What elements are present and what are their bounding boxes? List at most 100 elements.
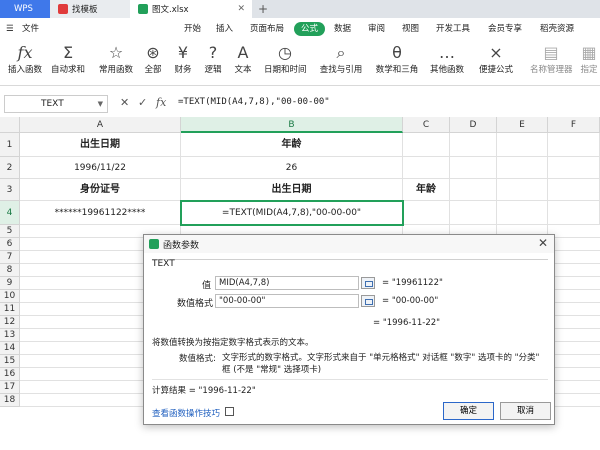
column-header-c[interactable]: C [403,117,450,133]
cancel-formula-icon[interactable]: ✕ [120,96,129,109]
row-header-14[interactable]: 14 [0,342,20,355]
cancel-button[interactable]: 取消 [500,402,551,420]
select-all-corner[interactable] [0,117,20,133]
tab-file[interactable]: 图文.xlsx ✕ [130,0,252,18]
fx-icon[interactable]: fx [156,96,166,109]
row-header-2[interactable]: 2 [0,157,20,179]
column-header-b[interactable]: B [181,117,403,133]
menu-developer[interactable]: 开发工具 [436,22,470,36]
menu-review[interactable]: 审阅 [368,22,385,36]
hamburger-icon[interactable]: ☰ [6,22,14,36]
menu-docer[interactable]: 稻壳资源 [540,22,574,36]
confirm-formula-icon[interactable]: ✓ [138,96,147,109]
cell-e2[interactable] [497,157,548,179]
cell-b2[interactable]: 26 [181,157,403,179]
cell-f1[interactable] [548,133,600,157]
common-functions-button[interactable]: ☆ 常用函数 [94,42,138,84]
cell-a3[interactable]: 身份证号 [20,179,181,201]
tab-template[interactable]: 找模板 [50,0,130,18]
row-header-12[interactable]: 12 [0,316,20,329]
quick-formula-button[interactable]: ⨯ 便捷公式 [476,42,516,84]
row-header-8[interactable]: 8 [0,264,20,277]
lookup-reference-button[interactable]: ⌕ 查找与引用 [318,42,364,84]
function-tips-link[interactable]: 查看函数操作技巧 [152,407,220,419]
cell-f3[interactable] [548,179,600,201]
row-header-6[interactable]: 6 [0,238,20,251]
row-header-7[interactable]: 7 [0,251,20,264]
tab-wps-home[interactable]: WPS [0,0,50,18]
format-arg-input[interactable]: "00-00-00" [215,294,359,308]
column-header-e[interactable]: E [497,117,548,133]
menu-file[interactable]: 文件 [22,22,39,36]
date-time-button[interactable]: ◷ 日期和时间 [264,42,307,84]
cell-a2[interactable]: 1996/11/22 [20,157,181,179]
name-box[interactable]: TEXT ▼ [4,95,108,113]
financial-button[interactable]: ¥ 财务 [172,42,194,84]
formula-input[interactable]: =TEXT(MID(A4,7,8),"00-00-00" [178,97,330,107]
name-manager-button[interactable]: ▤ 名称管理器 [530,42,573,84]
video-icon[interactable] [225,407,234,416]
cell-f2[interactable] [548,157,600,179]
autosum-button[interactable]: Σ 自动求和 [48,42,88,84]
column-header-f[interactable]: F [548,117,600,133]
calculation-result: 计算结果 = "1996-11-22" [152,386,256,396]
cell-e3[interactable] [497,179,548,201]
row-header-17[interactable]: 17 [0,381,20,394]
menu-page-layout[interactable]: 页面布局 [250,22,284,36]
close-tab-icon[interactable]: ✕ [237,4,245,14]
row-header-1[interactable]: 1 [0,133,20,157]
other-functions-button[interactable]: … 其他函数 [428,42,466,84]
cell-c3[interactable]: 年龄 [403,179,450,201]
ok-button[interactable]: 确定 [443,402,494,420]
row-header-16[interactable]: 16 [0,368,20,381]
dialog-title-bar[interactable]: 函数参数 ✕ [144,235,554,253]
range-select-icon[interactable] [361,295,375,307]
cell-b1[interactable]: 年龄 [181,133,403,157]
range-select-icon[interactable] [361,277,375,289]
all-functions-button[interactable]: ⊛ 全部 [142,42,164,84]
cell-d1[interactable] [450,133,497,157]
row-header-3[interactable]: 3 [0,179,20,201]
tab-bar: WPS 找模板 图文.xlsx ✕ + [0,0,600,18]
menu-home[interactable]: 开始 [184,22,201,36]
menu-member[interactable]: 会员专享 [488,22,522,36]
row-header-15[interactable]: 15 [0,355,20,368]
cell-c4[interactable] [403,201,450,225]
chevron-down-icon[interactable]: ▼ [98,96,103,112]
row-header-4[interactable]: 4 [0,201,20,225]
function-description: 将数值转换为按指定数字格式表示的文本。 [152,338,314,348]
column-header-d[interactable]: D [450,117,497,133]
cell-e4[interactable] [497,201,548,225]
cell-a1[interactable]: 出生日期 [20,133,181,157]
cell-c2[interactable] [403,157,450,179]
menu-view[interactable]: 视图 [402,22,419,36]
close-icon[interactable]: ✕ [538,236,548,250]
menu-formulas[interactable]: 公式 [294,22,326,36]
cell-c1[interactable] [403,133,450,157]
cell-b4[interactable]: =TEXT(MID(A4,7,8),"00-00-00" [181,201,403,225]
row-header-9[interactable]: 9 [0,277,20,290]
cell-a4[interactable]: ******19961122**** [20,201,181,225]
row-header-5[interactable]: 5 [0,225,20,238]
row-header-11[interactable]: 11 [0,303,20,316]
cell-b3[interactable]: 出生日期 [181,179,403,201]
define-name-button[interactable]: ▦ 指定 [578,42,600,84]
new-tab-button[interactable]: + [258,0,272,18]
row-header-13[interactable]: 13 [0,329,20,342]
cell-d2[interactable] [450,157,497,179]
cell-d4[interactable] [450,201,497,225]
text-button[interactable]: A 文本 [232,42,254,84]
cell-d3[interactable] [450,179,497,201]
menu-data[interactable]: 数据 [334,22,351,36]
cell-e1[interactable] [497,133,548,157]
cell-f4[interactable] [548,201,600,225]
financial-label: 财务 [174,65,192,75]
logical-button[interactable]: ? 逻辑 [202,42,224,84]
column-header-a[interactable]: A [20,117,181,133]
insert-function-button[interactable]: fx 插入函数 [6,42,44,84]
row-header-18[interactable]: 18 [0,394,20,407]
menu-insert[interactable]: 插入 [216,22,233,36]
row-header-10[interactable]: 10 [0,290,20,303]
math-trig-button[interactable]: θ 数学和三角 [374,42,420,84]
value-arg-input[interactable]: MID(A4,7,8) [215,276,359,290]
